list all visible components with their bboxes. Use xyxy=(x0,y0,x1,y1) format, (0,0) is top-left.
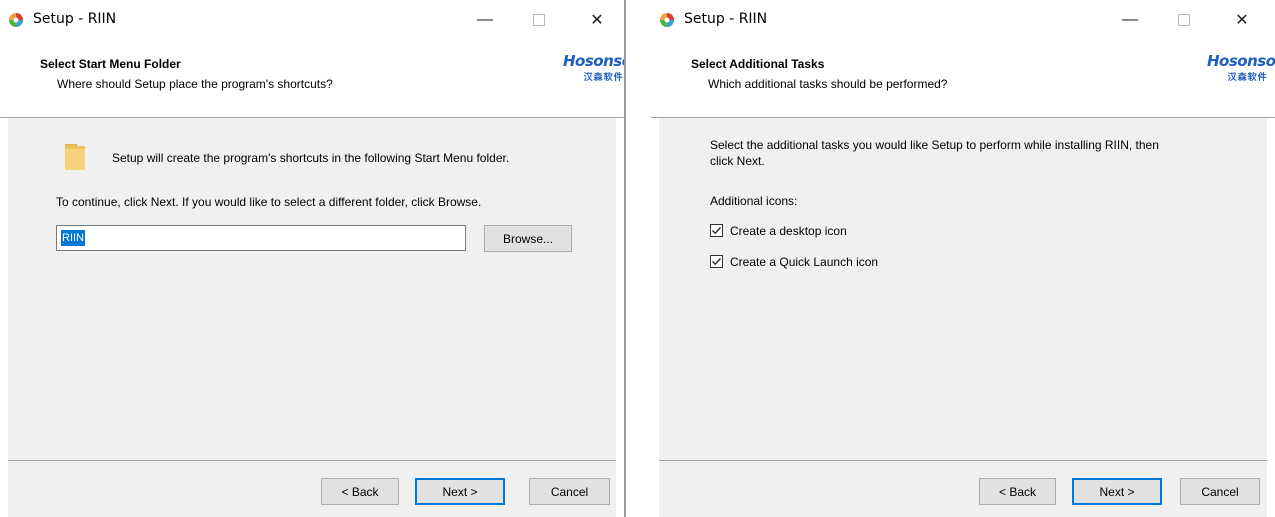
minimize-button[interactable]: — xyxy=(462,0,508,40)
window-title: Setup - RIIN xyxy=(33,11,117,27)
folder-input[interactable]: RIIN xyxy=(56,225,466,251)
minimize-button[interactable]: — xyxy=(1107,0,1153,40)
close-icon: ✕ xyxy=(590,12,604,29)
page-title: Select Start Menu Folder xyxy=(40,57,181,71)
brand-logo: Hosonsoft 汉森软件 xyxy=(563,52,624,83)
app-icon xyxy=(660,13,674,27)
wizard-footer: < Back Next > Cancel xyxy=(659,461,1267,517)
desktop-icon-checkbox[interactable] xyxy=(710,224,723,237)
checkmark-icon xyxy=(712,258,721,266)
maximize-button[interactable] xyxy=(516,0,562,40)
maximize-button[interactable] xyxy=(1161,0,1207,40)
group-label: Additional icons: xyxy=(710,194,798,208)
setup-window-additional-tasks: Setup - RIIN — ✕ Select Additional Tasks… xyxy=(651,0,1275,517)
folder-icon xyxy=(65,144,85,170)
intro-text-line-1: Select the additional tasks you would li… xyxy=(710,138,1159,152)
intro-text-line-2: click Next. xyxy=(710,154,765,168)
back-button[interactable]: < Back xyxy=(321,478,399,505)
next-button[interactable]: Next > xyxy=(415,478,505,505)
cancel-button[interactable]: Cancel xyxy=(529,478,610,505)
browse-button[interactable]: Browse... xyxy=(484,225,572,252)
wizard-body: Select the additional tasks you would li… xyxy=(659,118,1267,461)
wizard-header: Select Additional Tasks Which additional… xyxy=(651,40,1275,118)
close-button[interactable]: ✕ xyxy=(574,0,620,40)
window-title: Setup - RIIN xyxy=(684,11,768,27)
next-button[interactable]: Next > xyxy=(1072,478,1162,505)
title-bar[interactable]: Setup - RIIN — ✕ xyxy=(651,0,1275,40)
maximize-icon xyxy=(533,14,545,26)
page-subtitle: Where should Setup place the program's s… xyxy=(57,77,333,91)
window-separator xyxy=(624,0,626,517)
close-icon: ✕ xyxy=(1235,12,1249,29)
minimize-icon: — xyxy=(1122,11,1138,28)
info-text: Setup will create the program's shortcut… xyxy=(112,151,510,165)
wizard-body: Setup will create the program's shortcut… xyxy=(8,118,616,461)
app-icon xyxy=(9,13,23,27)
setup-window-start-menu: Setup - RIIN — ✕ Select Start Menu Folde… xyxy=(0,0,624,517)
close-button[interactable]: ✕ xyxy=(1219,0,1265,40)
checkmark-icon xyxy=(712,227,721,235)
instruction-text: To continue, click Next. If you would li… xyxy=(56,195,482,209)
folder-input-value: RIIN xyxy=(61,230,85,246)
quick-launch-checkbox[interactable] xyxy=(710,255,723,268)
desktop-icon-label[interactable]: Create a desktop icon xyxy=(730,224,847,238)
page-subtitle: Which additional tasks should be perform… xyxy=(708,77,948,91)
wizard-header: Select Start Menu Folder Where should Se… xyxy=(0,40,624,118)
page-title: Select Additional Tasks xyxy=(691,57,825,71)
wizard-footer: < Back Next > Cancel xyxy=(8,461,616,517)
brand-logo: Hosonsoft 汉森软件 xyxy=(1207,52,1275,83)
maximize-icon xyxy=(1178,14,1190,26)
minimize-icon: — xyxy=(477,11,493,28)
title-bar[interactable]: Setup - RIIN — ✕ xyxy=(0,0,624,40)
back-button[interactable]: < Back xyxy=(979,478,1056,505)
quick-launch-label[interactable]: Create a Quick Launch icon xyxy=(730,255,878,269)
cancel-button[interactable]: Cancel xyxy=(1180,478,1260,505)
